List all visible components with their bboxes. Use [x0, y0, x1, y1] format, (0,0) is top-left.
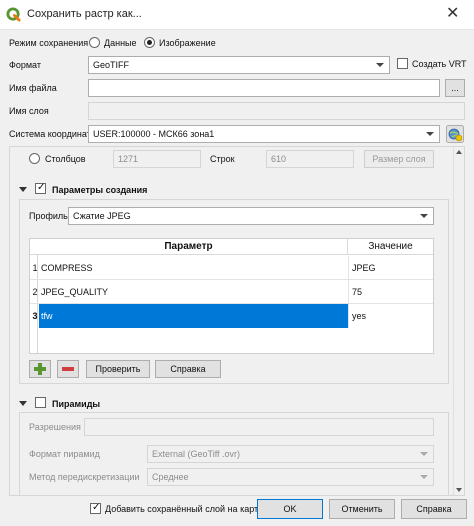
create-vrt-label[interactable]: Создать VRT — [412, 59, 467, 69]
chevron-down-icon — [420, 214, 428, 218]
format-select[interactable]: GeoTIFF — [88, 56, 390, 74]
chevron-down-icon — [426, 132, 434, 136]
resolutions-input[interactable] — [84, 418, 434, 436]
filename-label: Имя файла — [9, 83, 57, 93]
chevron-down-icon — [420, 452, 428, 456]
add-to-map-label[interactable]: Добавить сохранённый слой на карту — [105, 504, 263, 514]
profile-label: Профиль — [29, 211, 68, 221]
rows-input[interactable]: 610 — [266, 150, 354, 168]
filename-input[interactable] — [88, 79, 440, 97]
chevron-down-icon — [420, 475, 428, 479]
crs-select[interactable]: USER:100000 - МСК66 зона1 — [88, 125, 440, 143]
format-value: GeoTIFF — [93, 60, 130, 70]
resample-method-value: Среднее — [152, 472, 189, 482]
layer-name-input[interactable] — [88, 102, 465, 120]
pyramid-format-select[interactable]: External (GeoTiff .ovr) — [147, 445, 434, 463]
help-button[interactable]: Справка — [401, 499, 467, 519]
column-header-value[interactable]: Значение — [348, 239, 433, 255]
pyramids-title: Пирамиды — [52, 399, 101, 409]
columns-input[interactable]: 1271 — [113, 150, 201, 168]
pyramids-checkbox[interactable] — [35, 397, 46, 408]
cell-divider — [348, 280, 349, 304]
row-number: 3 — [32, 311, 38, 321]
add-option-button[interactable] — [29, 360, 51, 378]
remove-option-button[interactable] — [57, 360, 79, 378]
scroll-down-icon[interactable] — [456, 488, 462, 492]
value-cell[interactable]: JPEG — [352, 263, 376, 273]
window-title: Сохранить растр как... — [27, 8, 142, 20]
add-plus-icon — [34, 363, 46, 375]
chevron-down-icon — [376, 63, 384, 67]
row-number: 1 — [32, 263, 38, 273]
resample-method-select[interactable]: Среднее — [147, 468, 434, 486]
layer-size-button[interactable]: Размер слоя — [364, 150, 434, 168]
cell-divider — [348, 304, 349, 328]
options-table: Параметр Значение 1 COMPRESS JPEG 2 JPEG… — [29, 238, 434, 354]
rows-label: Строк — [210, 154, 235, 164]
cell-divider — [348, 256, 349, 280]
mode-image-label[interactable]: Изображение — [159, 38, 216, 48]
columns-rows-radio[interactable] — [29, 153, 40, 164]
resample-method-label: Метод передискретизации — [29, 472, 140, 482]
mode-data-label[interactable]: Данные — [104, 38, 137, 48]
table-row[interactable]: 1 COMPRESS JPEG — [30, 256, 433, 280]
resolutions-label: Разрешения — [29, 422, 81, 432]
param-cell[interactable]: COMPRESS — [41, 263, 93, 273]
title-bar: Сохранить растр как... ✕ — [0, 0, 474, 30]
columns-value: 1271 — [118, 154, 139, 164]
crs-label: Система координат — [9, 129, 91, 139]
add-to-map-checkbox[interactable] — [90, 502, 101, 514]
qgis-logo-icon — [6, 7, 21, 22]
mode-data-radio[interactable] — [89, 37, 100, 48]
save-mode-label: Режим сохранения — [9, 38, 89, 48]
crs-selector-icon[interactable] — [446, 125, 464, 143]
remove-minus-icon — [62, 367, 74, 371]
validate-button[interactable]: Проверить — [86, 360, 150, 378]
crs-value: USER:100000 - МСК66 зона1 — [93, 129, 215, 139]
layer-name-label: Имя слоя — [9, 106, 49, 116]
cancel-button[interactable]: Отменить — [329, 499, 395, 519]
column-header-param[interactable]: Параметр — [30, 239, 348, 255]
format-label: Формат — [9, 60, 41, 70]
selection-highlight — [39, 304, 348, 328]
pyramid-format-label: Формат пирамид — [29, 449, 100, 459]
creation-options-title: Параметры создания — [52, 185, 148, 195]
row-number: 2 — [32, 287, 38, 297]
param-cell[interactable]: JPEG_QUALITY — [41, 287, 108, 297]
value-cell[interactable]: 75 — [352, 287, 362, 297]
mode-image-radio[interactable] — [144, 37, 155, 48]
creation-options-checkbox[interactable] — [35, 182, 46, 194]
pyramid-format-value: External (GeoTiff .ovr) — [152, 449, 241, 459]
profile-value: Сжатие JPEG — [73, 211, 131, 221]
columns-label: Столбцов — [45, 154, 86, 164]
vertical-scrollbar[interactable] — [453, 147, 464, 495]
collapse-triangle-icon[interactable] — [19, 187, 27, 192]
browse-button[interactable]: ... — [445, 79, 465, 97]
scroll-up-icon[interactable] — [456, 150, 462, 154]
close-icon[interactable]: ✕ — [446, 6, 459, 22]
profile-select[interactable]: Сжатие JPEG — [68, 207, 434, 225]
rows-value: 610 — [271, 154, 287, 164]
help-button-creation[interactable]: Справка — [155, 360, 221, 378]
create-vrt-checkbox[interactable] — [397, 58, 408, 69]
ok-button[interactable]: OK — [257, 499, 323, 519]
param-cell[interactable]: tfw — [41, 311, 53, 321]
collapse-triangle-icon[interactable] — [19, 401, 27, 406]
table-row-selected[interactable]: 3 tfw yes — [30, 304, 433, 328]
value-cell[interactable]: yes — [352, 311, 366, 321]
table-row[interactable]: 2 JPEG_QUALITY 75 — [30, 280, 433, 304]
